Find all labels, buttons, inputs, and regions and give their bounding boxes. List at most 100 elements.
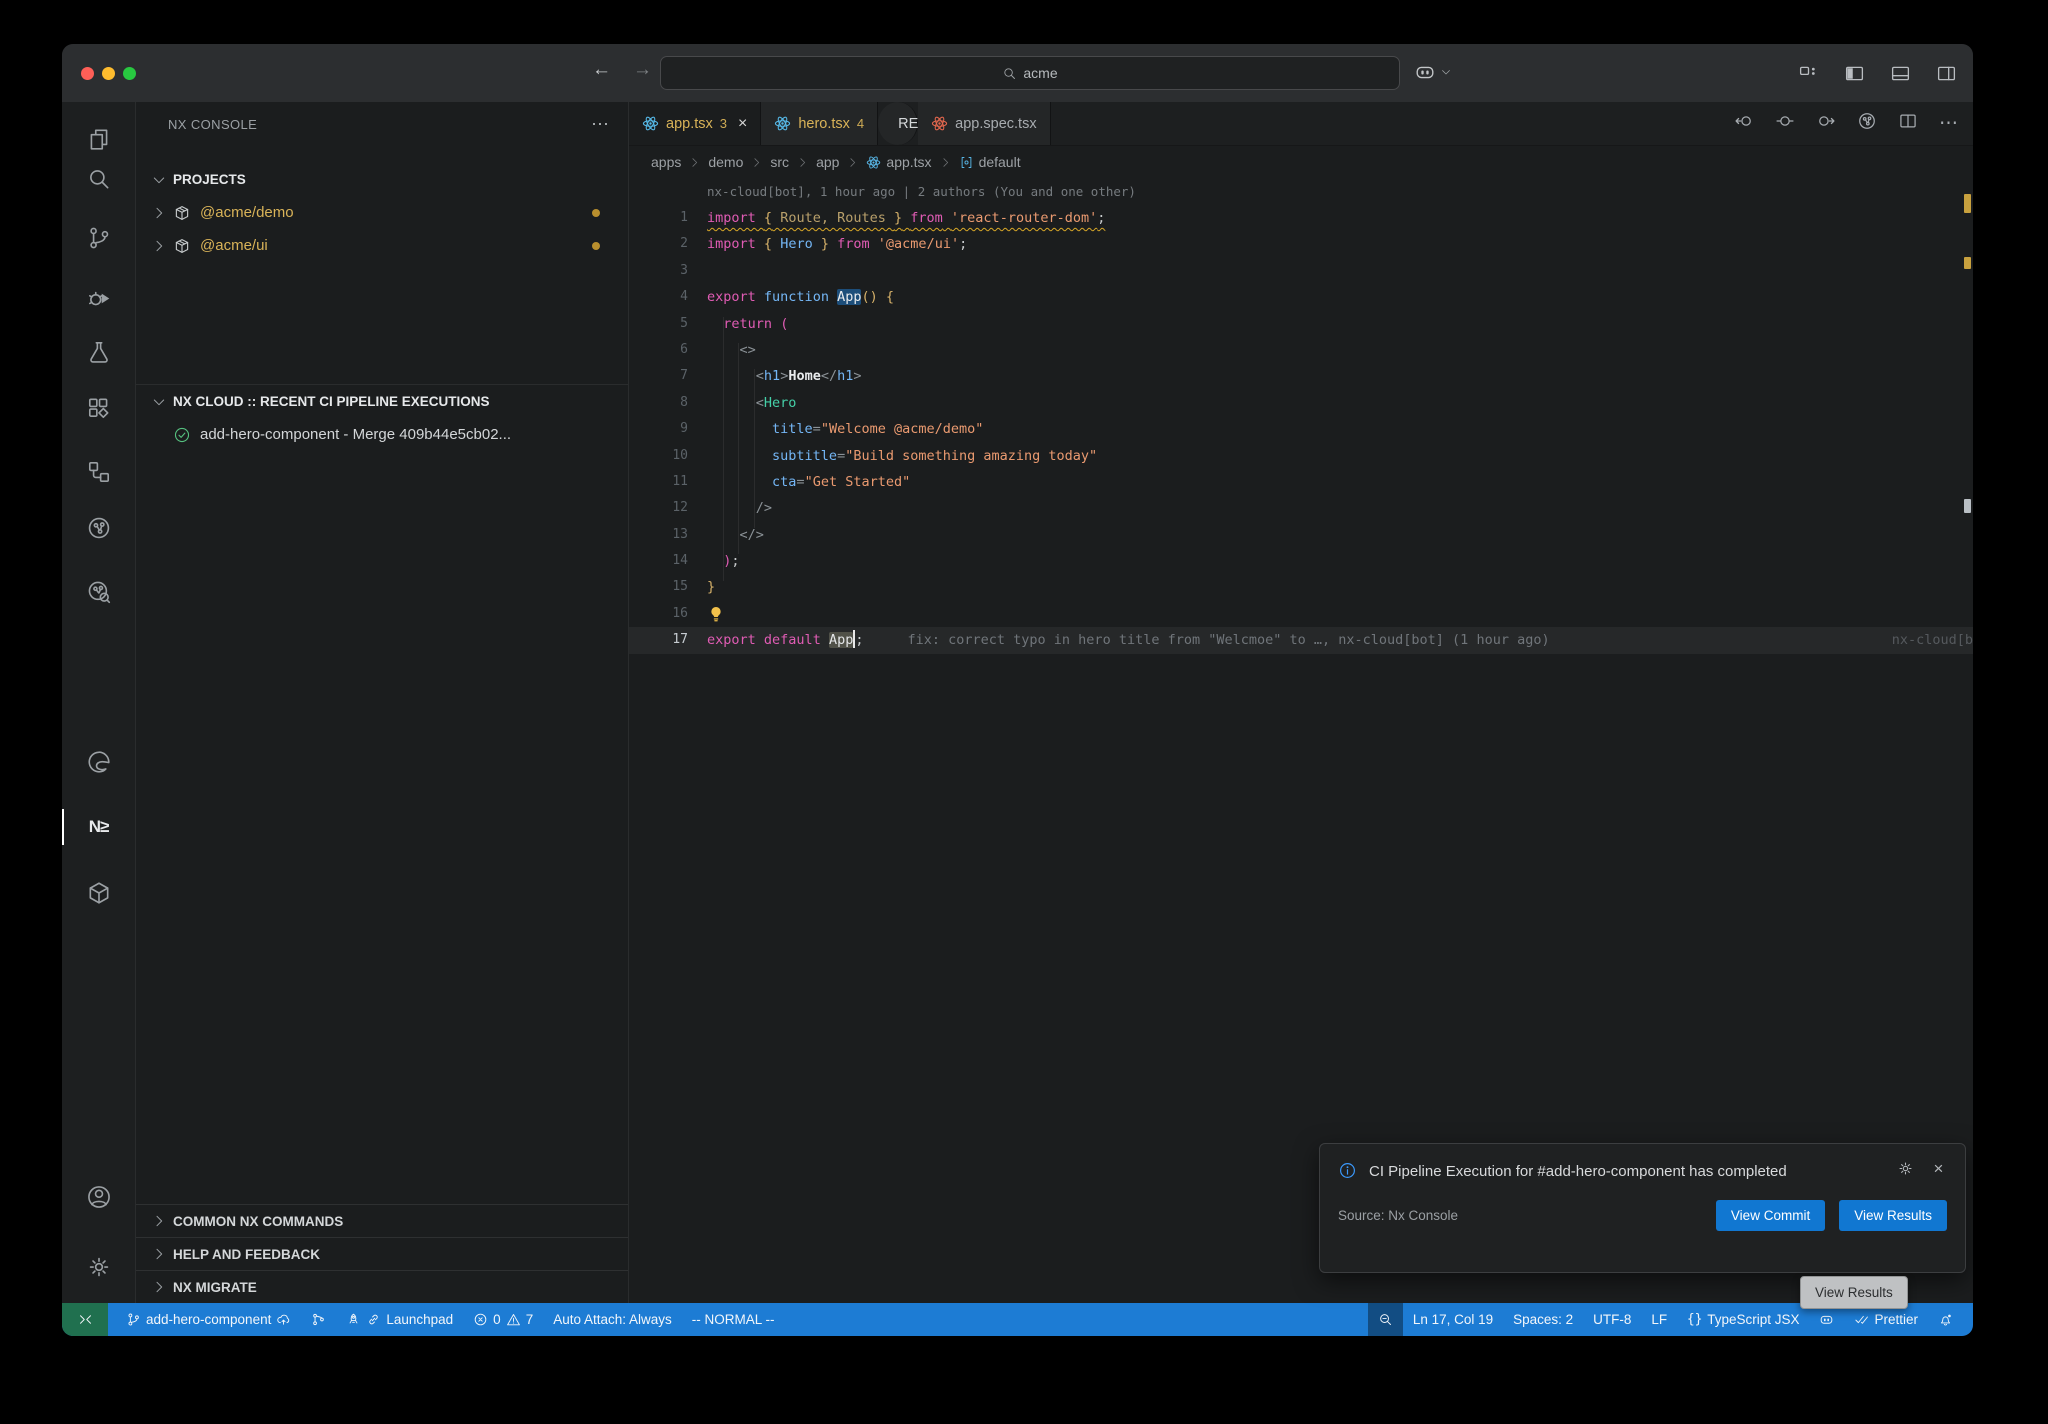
command-center-search[interactable]: acme <box>660 56 1400 90</box>
activity-item-graph-search[interactable] <box>62 568 135 616</box>
activity-item-extensions[interactable] <box>62 384 135 432</box>
tab-app-tsx[interactable]: app.tsx 3 × <box>629 102 761 145</box>
history-back-button[interactable]: ← <box>592 59 611 81</box>
code-line-2[interactable]: 2import { Hero } from '@acme/ui'; <box>629 231 1973 257</box>
code-line-5[interactable]: 5 return ( <box>629 311 1973 337</box>
code-line-13[interactable]: 13 </> <box>629 522 1973 548</box>
code-line-4[interactable]: 4export function App() { <box>629 284 1973 310</box>
section-header-help-and-feedback[interactable]: HELP AND FEEDBACK <box>136 1237 628 1270</box>
code-line-12[interactable]: 12 /> <box>629 495 1973 521</box>
activity-item-source-control[interactable] <box>62 214 135 262</box>
activity-item-nx-console[interactable]: N≥ <box>62 803 135 851</box>
section-header-nx-migrate[interactable]: NX MIGRATE <box>136 1270 628 1303</box>
notification-message: CI Pipeline Execution for #add-hero-comp… <box>1369 1160 1799 1183</box>
status-vim-mode[interactable]: -- NORMAL -- <box>682 1303 785 1336</box>
rocket-icon <box>346 1312 361 1327</box>
status-cursor-position[interactable]: Ln 17, Col 19 <box>1403 1303 1503 1336</box>
breadcrumb-item-default[interactable]: default <box>959 154 1021 170</box>
status-encoding[interactable]: UTF-8 <box>1583 1303 1641 1336</box>
code-line-10[interactable]: 10 subtitle="Build something amazing tod… <box>629 443 1973 469</box>
activity-item-settings[interactable] <box>62 1243 135 1291</box>
tree-item--acme-demo[interactable]: @acme/demo <box>136 196 628 229</box>
tab-app-spec-tsx[interactable]: app.spec.tsx <box>918 102 1050 145</box>
status-remote-indicator[interactable] <box>62 1303 108 1336</box>
code-line-9[interactable]: 9 title="Welcome @acme/demo" <box>629 416 1973 442</box>
tree-item--acme-ui[interactable]: @acme/ui <box>136 229 628 262</box>
activity-item-edge-devtools[interactable] <box>62 738 135 786</box>
tab-hero-tsx[interactable]: hero.tsx4 <box>761 102 878 145</box>
code-line-6[interactable]: 6 <> <box>629 337 1973 363</box>
status-problems[interactable]: 07 <box>463 1303 543 1336</box>
tab-problems-badge: 3 <box>720 116 727 131</box>
line-content: import { Hero } from '@acme/ui'; <box>707 231 967 257</box>
breadcrumb-label: src <box>770 154 789 170</box>
code-line-7[interactable]: 7 <h1>Home</h1> <box>629 363 1973 389</box>
breadcrumb-item-src[interactable]: src <box>770 154 789 170</box>
copilot-menu[interactable] <box>1414 61 1452 83</box>
activity-item-search[interactable] <box>62 155 135 203</box>
toggle-panel-icon[interactable] <box>1890 63 1911 84</box>
copilot-icon <box>1819 1312 1834 1327</box>
status-auto-attach[interactable]: Auto Attach: Always <box>543 1303 682 1336</box>
status-commit-graph[interactable] <box>301 1303 336 1336</box>
code-line-1[interactable]: 1import { Route, Routes } from 'react-ro… <box>629 205 1973 231</box>
line-number: 12 <box>629 495 688 521</box>
notification-button-view-results[interactable]: View Results <box>1839 1200 1947 1231</box>
notification-settings-icon[interactable] <box>1897 1160 1914 1177</box>
activity-item-testing[interactable] <box>62 328 135 376</box>
status-bar: add-hero-component Launchpad07Auto Attach… <box>62 1303 1973 1336</box>
status-zoom-indicator[interactable] <box>1368 1303 1403 1336</box>
activity-item-accounts[interactable] <box>62 1173 135 1221</box>
status-launchpad[interactable]: Launchpad <box>336 1303 463 1336</box>
code-line-15[interactable]: 15} <box>629 574 1973 600</box>
status-git-branch[interactable]: add-hero-component <box>116 1303 301 1336</box>
breadcrumb[interactable]: apps demo src app app.tsx default <box>629 146 1973 178</box>
line-number: 13 <box>629 522 688 548</box>
customize-layout-icon[interactable] <box>1798 63 1819 84</box>
activity-item-run-and-debug[interactable] <box>62 274 135 322</box>
editor-action-split-editor[interactable] <box>1898 111 1918 136</box>
close-window-button[interactable] <box>81 67 94 80</box>
status-language-mode[interactable]: {}TypeScript JSX <box>1677 1303 1809 1336</box>
breadcrumb-item-app[interactable]: app <box>816 154 839 170</box>
editor-action-nav-forward-circle[interactable] <box>1816 111 1836 136</box>
toggle-primary-sidebar-icon[interactable] <box>1844 63 1865 84</box>
code-line-17[interactable]: 17export default App;fix: correct typo i… <box>629 627 1973 653</box>
editor-action-nav-back-circle[interactable] <box>1734 111 1754 136</box>
code-line-8[interactable]: 8 <Hero <box>629 390 1973 416</box>
editor-action-nav-position-circle[interactable] <box>1775 111 1795 136</box>
code-line-14[interactable]: 14 ); <box>629 548 1973 574</box>
notification-button-view-commit[interactable]: View Commit <box>1716 1200 1825 1231</box>
notification-close-icon[interactable]: × <box>1930 1160 1947 1177</box>
tree-item-add-hero-component-merge-409b44e5cb02-[interactable]: add-hero-component - Merge 409b44e5cb02.… <box>136 418 628 451</box>
code-editor[interactable]: nx-cloud[bot], 1 hour ago | 2 authors (Y… <box>629 178 1973 1303</box>
breadcrumb-item-app.tsx[interactable]: app.tsx <box>866 154 931 170</box>
editor-action-run-graph[interactable] <box>1857 111 1877 136</box>
code-line-11[interactable]: 11 cta="Get Started" <box>629 469 1973 495</box>
section-header-common-nx-commands[interactable]: COMMON NX COMMANDS <box>136 1204 628 1237</box>
toggle-secondary-sidebar-icon[interactable] <box>1936 63 1957 84</box>
tab-label: app.tsx <box>666 116 713 132</box>
breadcrumb-item-apps[interactable]: apps <box>651 154 681 170</box>
status-eol[interactable]: LF <box>1641 1303 1677 1336</box>
history-forward-button[interactable]: → <box>633 59 652 81</box>
close-tab-icon[interactable]: × <box>738 115 747 133</box>
zoom-window-button[interactable] <box>123 67 136 80</box>
section-header-nx-cloud-recent-ci-pipeline-executions[interactable]: NX CLOUD :: RECENT CI PIPELINE EXECUTION… <box>136 384 628 418</box>
minimize-window-button[interactable] <box>102 67 115 80</box>
code-line-3[interactable]: 3 <box>629 258 1973 284</box>
breadcrumb-item-demo[interactable]: demo <box>708 154 743 170</box>
check-circle-icon <box>173 426 191 444</box>
status-indentation[interactable]: Spaces: 2 <box>1503 1303 1583 1336</box>
section-header-projects[interactable]: PROJECTS <box>136 163 628 196</box>
activity-item-graph[interactable] <box>62 504 135 552</box>
lightbulb-icon[interactable] <box>707 605 725 623</box>
status-notifications-bell[interactable] <box>1928 1303 1963 1336</box>
code-line-16[interactable]: 16 <box>629 601 1973 627</box>
tab-README-md[interactable]: README.md <box>878 102 918 145</box>
activity-item-containers[interactable] <box>62 869 135 917</box>
editor-action-more-actions[interactable]: ⋯ <box>1939 113 1959 135</box>
more-actions-icon[interactable]: ⋯ <box>591 114 610 135</box>
tab-problems-badge: 4 <box>857 116 864 131</box>
activity-item-workflow[interactable] <box>62 448 135 496</box>
